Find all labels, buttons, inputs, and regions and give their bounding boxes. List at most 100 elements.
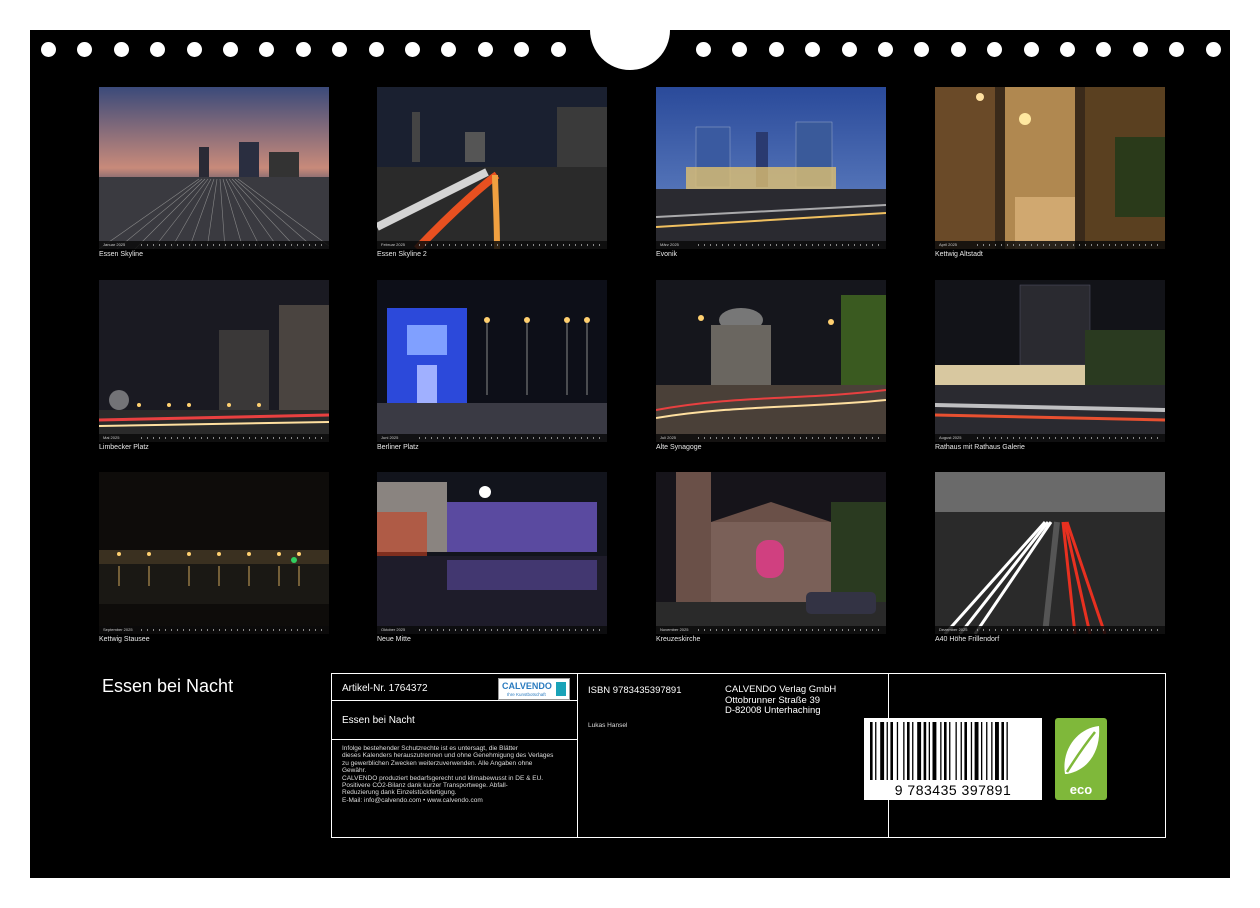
binding-hole <box>405 42 420 57</box>
day-ticks <box>141 244 325 246</box>
day-ticks <box>141 629 325 631</box>
binding-hole <box>332 42 348 57</box>
mini-calendar-strip: März 2025 <box>656 241 886 249</box>
photo-caption: Kettwig Altstadt <box>935 251 983 258</box>
mini-calendar-strip: August 2025 <box>935 434 1165 442</box>
photo-caption: A40 Höhe Frillendorf <box>935 636 1000 643</box>
barcode-bar <box>960 722 962 780</box>
month-label: Dezember 2025 <box>939 627 968 632</box>
barcode-bar <box>949 722 951 780</box>
binding-hole <box>878 42 893 57</box>
barcode-bar <box>917 722 922 780</box>
day-ticks <box>419 437 603 439</box>
mini-calendar-strip: November 2025 <box>656 626 886 634</box>
binding-hole <box>1169 42 1185 57</box>
binding-hole <box>441 42 457 57</box>
binding-hole <box>186 42 202 57</box>
legal-line: zu gewerblichen Zwecken weiterzuverwende… <box>342 759 533 767</box>
logo-word: CALVENDO <box>502 681 552 691</box>
photo-image: Juni 2025 <box>377 280 607 442</box>
calendar-back-page: Januar 2025 Essen Skyline Februar 2025 Ess… <box>30 30 1230 878</box>
month-label: Oktober 2025 <box>381 627 406 632</box>
day-ticks <box>698 244 882 246</box>
binding-hole <box>732 42 748 57</box>
barcode-bar <box>928 722 930 780</box>
day-ticks <box>977 629 1161 631</box>
logo-sub: Ihre Kunstbotschaft <box>507 692 546 697</box>
binding-hole <box>914 42 930 57</box>
leaf-icon <box>1064 726 1100 774</box>
logo-mark <box>556 682 566 696</box>
photo-caption: Alte Synagoge <box>656 444 702 451</box>
mini-calendar-strip: Oktober 2025 <box>377 626 607 634</box>
legal-line: Reduzierung dank Einzelstückfertigung. <box>342 789 457 797</box>
barcode-bar <box>880 722 885 780</box>
article-number: Artikel-Nr. 1764372 <box>342 683 428 694</box>
author: Lukas Hansel <box>588 722 628 729</box>
legal-line: dieses Kalenders herauszutrennen und ohn… <box>342 752 554 760</box>
month-label: September 2025 <box>103 627 133 632</box>
day-ticks <box>977 244 1161 246</box>
barcode-bar <box>875 722 877 780</box>
barcode-bar <box>923 722 927 780</box>
day-ticks <box>141 437 325 439</box>
photo-caption: Evonik <box>656 251 678 258</box>
photo-caption: Kettwig Stausee <box>99 636 150 643</box>
photo-image: September 2025 <box>99 472 329 634</box>
eco-label: eco <box>1069 782 1093 797</box>
legal-line: Gewähr. <box>342 767 367 775</box>
barcode-bars <box>870 722 1008 780</box>
legal-text: Infolge bestehender Schutzrechte ist es … <box>342 745 574 804</box>
publisher-line: CALVENDO Verlag GmbH <box>725 684 837 695</box>
binding-hole <box>259 42 275 57</box>
binding-hole <box>950 42 966 57</box>
month-label: Juli 2025 <box>660 435 677 440</box>
legal-line: CALVENDO produziert bedarfsgerecht und k… <box>342 774 544 782</box>
barcode-bar <box>974 722 979 780</box>
barcode-bar <box>932 722 937 780</box>
photo-caption: Rathaus mit Rathaus Galerie <box>935 444 1025 451</box>
mini-calendar-strip: April 2025 <box>935 241 1165 249</box>
mini-calendar-strip: Mai 2025 <box>99 434 329 442</box>
binding-hole <box>223 42 238 57</box>
barcode-bar <box>970 722 973 780</box>
binding-hole <box>696 42 711 57</box>
binding-hole <box>1060 42 1075 57</box>
day-ticks <box>419 629 603 631</box>
binding-hole <box>477 42 493 57</box>
barcode-bar <box>903 722 905 780</box>
calendar-title: Essen bei Nacht <box>102 676 234 696</box>
photo-image: März 2025 <box>656 87 886 249</box>
photo-image: Januar 2025 <box>99 87 329 249</box>
photo-caption: Berliner Platz <box>377 444 419 451</box>
publisher-address: CALVENDO Verlag GmbH Ottobrunner Straße 3… <box>725 684 837 717</box>
binding-hole <box>1132 42 1148 57</box>
binding-hole <box>113 42 129 57</box>
day-ticks <box>977 437 1161 439</box>
photo-caption: Neue Mitte <box>377 636 411 643</box>
binding-holes <box>30 42 1230 58</box>
barcode-bar <box>955 722 957 780</box>
day-ticks <box>419 244 603 246</box>
month-label: Mai 2025 <box>103 435 120 440</box>
binding-hole <box>1096 42 1112 57</box>
month-label: November 2025 <box>660 627 689 632</box>
binding-hole <box>1023 42 1039 57</box>
barcode-bar <box>890 722 893 780</box>
month-label: April 2025 <box>939 242 958 247</box>
mini-calendar-strip: Juli 2025 <box>656 434 886 442</box>
month-label: Februar 2025 <box>381 242 406 247</box>
photo-caption: Essen Skyline <box>99 251 143 258</box>
mini-calendar-strip: September 2025 <box>99 626 329 634</box>
barcode: 9 783435 397891 <box>864 718 1042 800</box>
eco-badge: eco <box>1055 718 1107 800</box>
photo-caption: Essen Skyline 2 <box>377 251 427 258</box>
day-ticks <box>698 629 882 631</box>
photo-image: November 2025 <box>656 472 886 634</box>
photo-image: April 2025 <box>935 87 1165 249</box>
title-box: Essen bei Nacht <box>331 700 578 740</box>
barcode-bar <box>1006 722 1008 780</box>
photo-image: August 2025 <box>935 280 1165 442</box>
barcode-bar <box>912 722 914 780</box>
binding-hole <box>841 42 857 57</box>
